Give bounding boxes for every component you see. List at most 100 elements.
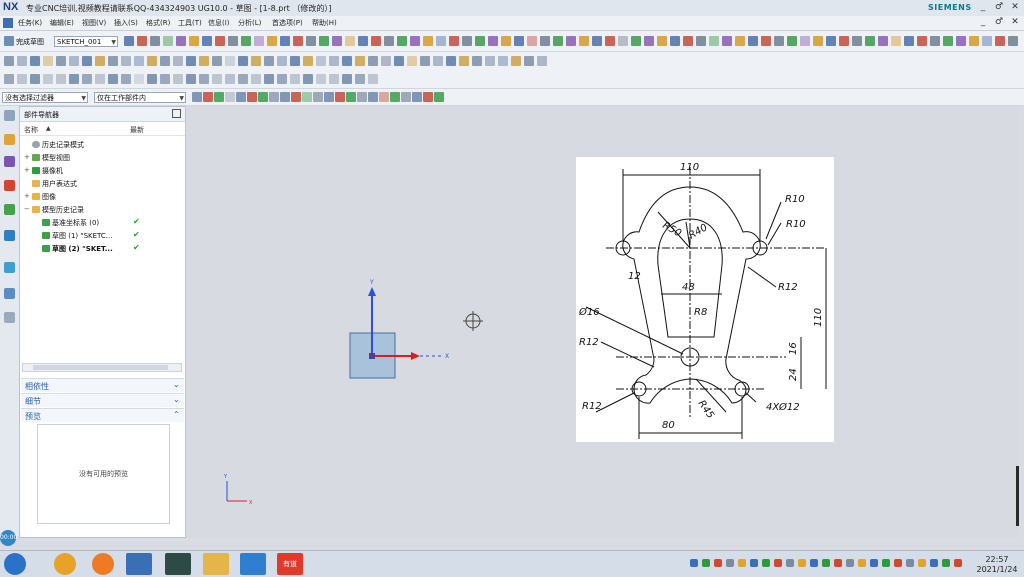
dimension-tool-icon[interactable] xyxy=(342,74,352,84)
dimension-tool-icon[interactable] xyxy=(173,74,183,84)
sketch-tool-icon[interactable] xyxy=(683,36,693,46)
finish-sketch-label[interactable]: 完成草图 xyxy=(16,37,44,47)
column-latest[interactable]: 最新 xyxy=(130,125,144,135)
menu-analysis[interactable]: 分析(L) xyxy=(238,18,261,28)
tree-row-model-history[interactable]: − 模型历史记录 xyxy=(20,204,185,216)
dimension-tool-icon[interactable] xyxy=(290,74,300,84)
snap-tool-icon[interactable] xyxy=(247,92,257,102)
tray-icon[interactable] xyxy=(870,559,878,567)
tray-icon[interactable] xyxy=(918,559,926,567)
sketch-tool-icon[interactable] xyxy=(826,36,836,46)
sketch-tool-icon[interactable] xyxy=(735,36,745,46)
tray-icon[interactable] xyxy=(690,559,698,567)
dimension-tool-icon[interactable] xyxy=(303,74,313,84)
constraint-tool-icon[interactable] xyxy=(524,56,534,66)
constraint-tool-icon[interactable] xyxy=(459,56,469,66)
section-details[interactable]: 细节 ⌄ xyxy=(21,393,184,407)
doc-close-button[interactable]: ✕ xyxy=(1008,16,1022,29)
sketch-tool-icon[interactable] xyxy=(839,36,849,46)
finish-sketch-icon[interactable] xyxy=(4,36,14,46)
tray-icon[interactable] xyxy=(762,559,770,567)
sketch-tool-icon[interactable] xyxy=(527,36,537,46)
constraint-tool-icon[interactable] xyxy=(407,56,417,66)
snap-tool-icon[interactable] xyxy=(269,92,279,102)
sketch-tool-icon[interactable] xyxy=(1008,36,1018,46)
constraint-tool-icon[interactable] xyxy=(290,56,300,66)
snap-tool-icon[interactable] xyxy=(379,92,389,102)
snap-tool-icon[interactable] xyxy=(346,92,356,102)
history-icon[interactable] xyxy=(4,262,15,273)
sketch-tool-icon[interactable] xyxy=(397,36,407,46)
restore-button[interactable]: ♂ xyxy=(992,1,1006,14)
tree-row-camera[interactable]: + 摄像机 xyxy=(20,165,185,177)
expand-icon[interactable]: + xyxy=(24,192,30,200)
tray-icon[interactable] xyxy=(702,559,710,567)
sketch-tool-icon[interactable] xyxy=(410,36,420,46)
sketch-tool-icon[interactable] xyxy=(618,36,628,46)
tray-icon[interactable] xyxy=(774,559,782,567)
snap-tool-icon[interactable] xyxy=(258,92,268,102)
menu-preferences[interactable]: 首选项(P) xyxy=(272,18,303,28)
tree-row-user-expressions[interactable]: 用户表达式 xyxy=(20,178,185,190)
constraint-tool-icon[interactable] xyxy=(381,56,391,66)
tree-row-sketch-2[interactable]: 草图 (2) "SKET... ✔ xyxy=(20,243,185,255)
tree-row-model-views[interactable]: + 模型视图 xyxy=(20,152,185,164)
sketch-tool-icon[interactable] xyxy=(579,36,589,46)
menu-format[interactable]: 格式(R) xyxy=(146,18,170,28)
dimension-tool-icon[interactable] xyxy=(186,74,196,84)
snap-tool-icon[interactable] xyxy=(192,92,202,102)
sketch-tool-icon[interactable] xyxy=(202,36,212,46)
sketch-tool-icon[interactable] xyxy=(813,36,823,46)
sketch-tool-icon[interactable] xyxy=(969,36,979,46)
checkbox-icon[interactable] xyxy=(42,232,50,239)
assembly-navigator-icon[interactable] xyxy=(4,134,15,145)
dimension-tool-icon[interactable] xyxy=(82,74,92,84)
snap-tool-icon[interactable] xyxy=(324,92,334,102)
dimension-tool-icon[interactable] xyxy=(160,74,170,84)
constraint-tool-icon[interactable] xyxy=(199,56,209,66)
sketch-tool-icon[interactable] xyxy=(267,36,277,46)
constraint-tool-icon[interactable] xyxy=(264,56,274,66)
constraint-tool-icon[interactable] xyxy=(316,56,326,66)
sketch-tool-icon[interactable] xyxy=(774,36,784,46)
sketch-tool-icon[interactable] xyxy=(254,36,264,46)
constraint-tool-icon[interactable] xyxy=(420,56,430,66)
sketch-tool-icon[interactable] xyxy=(215,36,225,46)
sketch-tool-icon[interactable] xyxy=(475,36,485,46)
sketch-tool-icon[interactable] xyxy=(670,36,680,46)
tray-icon[interactable] xyxy=(858,559,866,567)
snap-tool-icon[interactable] xyxy=(390,92,400,102)
expand-icon[interactable]: + xyxy=(24,153,30,161)
dimension-tool-icon[interactable] xyxy=(134,74,144,84)
snap-tool-icon[interactable] xyxy=(302,92,312,102)
nx-taskbar-icon[interactable] xyxy=(126,553,152,575)
constraint-tool-icon[interactable] xyxy=(342,56,352,66)
sketch-tool-icon[interactable] xyxy=(592,36,602,46)
snap-tool-icon[interactable] xyxy=(291,92,301,102)
sketch-tool-icon[interactable] xyxy=(514,36,524,46)
constraint-tool-icon[interactable] xyxy=(277,56,287,66)
sketch-tool-icon[interactable] xyxy=(384,36,394,46)
horizontal-scrollbar[interactable] xyxy=(22,363,182,372)
constraint-tool-icon[interactable] xyxy=(355,56,365,66)
tree-row-sketch-1[interactable]: 草图 (1) "SKETC... ✔ xyxy=(20,230,185,242)
tray-icon[interactable] xyxy=(894,559,902,567)
dimension-tool-icon[interactable] xyxy=(277,74,287,84)
constraint-tool-icon[interactable] xyxy=(238,56,248,66)
dimension-tool-icon[interactable] xyxy=(17,74,27,84)
dimension-tool-icon[interactable] xyxy=(121,74,131,84)
constraint-tool-icon[interactable] xyxy=(537,56,547,66)
menu-insert[interactable]: 插入(S) xyxy=(114,18,138,28)
sketch-tool-icon[interactable] xyxy=(540,36,550,46)
dimension-tool-icon[interactable] xyxy=(69,74,79,84)
doc-minimize-button[interactable]: _ xyxy=(976,16,990,29)
constraint-tool-icon[interactable] xyxy=(82,56,92,66)
tray-icon[interactable] xyxy=(786,559,794,567)
dimension-tool-icon[interactable] xyxy=(108,74,118,84)
snap-tool-icon[interactable] xyxy=(401,92,411,102)
dimension-tool-icon[interactable] xyxy=(43,74,53,84)
constraint-tool-icon[interactable] xyxy=(95,56,105,66)
dimension-tool-icon[interactable] xyxy=(147,74,157,84)
chevron-down-icon[interactable]: ⌄ xyxy=(173,395,180,404)
menu-help[interactable]: 帮助(H) xyxy=(312,18,337,28)
